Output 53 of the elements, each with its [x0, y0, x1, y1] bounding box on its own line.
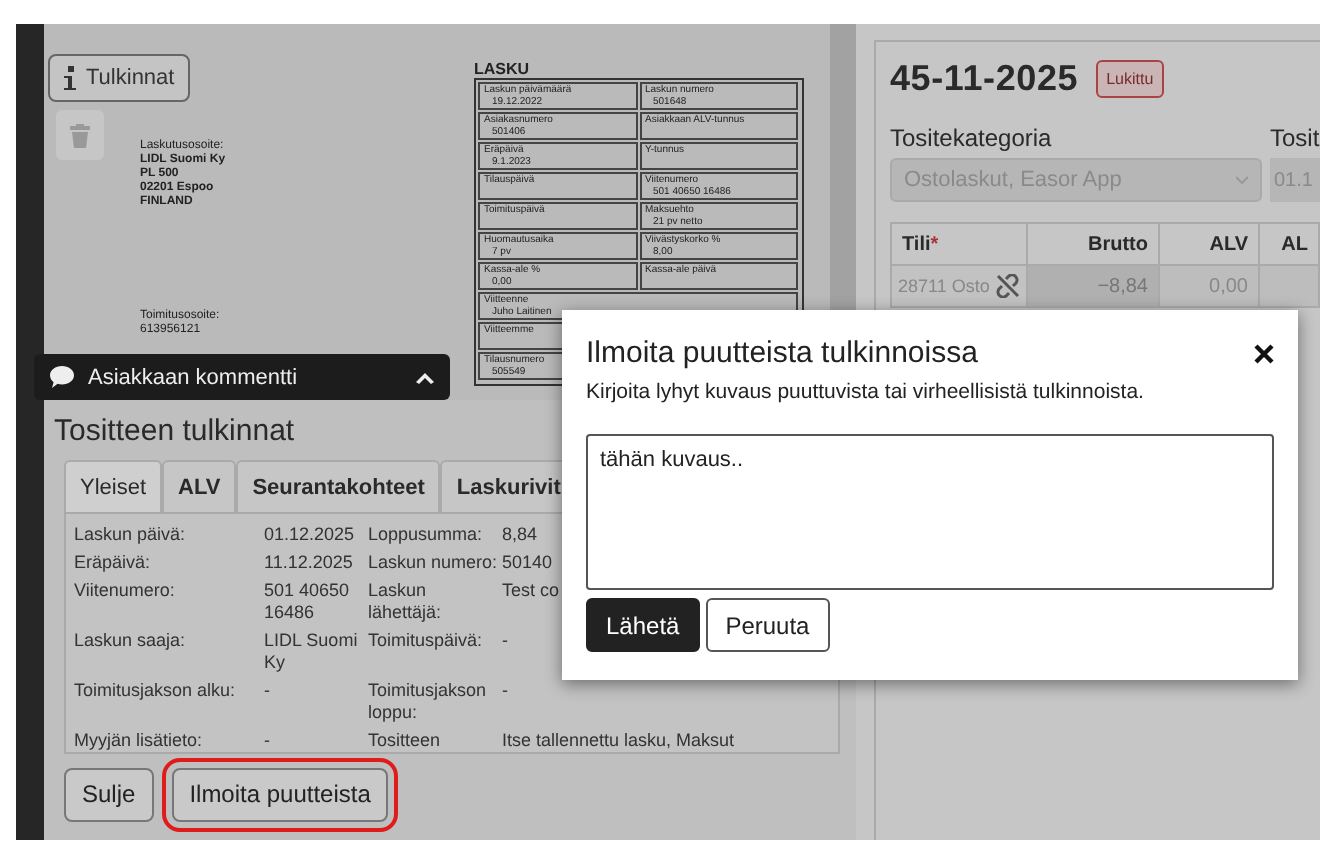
- close-button[interactable]: [1254, 344, 1274, 364]
- field-label: Tositekategoria: [890, 124, 1054, 152]
- description-field[interactable]: tähän kuvaus..: [586, 434, 1274, 590]
- field-value: 01.12.2025: [264, 524, 355, 546]
- field-label: Myyjän lisätieto:: [74, 730, 203, 752]
- field-value: Test co: [502, 580, 560, 604]
- panel-title: Tositteen tulkinnat: [54, 412, 297, 452]
- trash-icon: [70, 123, 90, 147]
- table-cell: −8,84: [1026, 264, 1160, 308]
- cancel-button[interactable]: Peruuta: [705, 598, 830, 652]
- locked-badge: Lukittu: [1096, 60, 1164, 98]
- comment-bar[interactable]: Asiakkaan kommentti: [34, 354, 450, 400]
- table-cell: 28711 Osto: [890, 264, 1028, 308]
- field-label: Toimitusjakson loppu:: [368, 680, 489, 724]
- report-button[interactable]: Ilmoita puutteista: [171, 767, 389, 821]
- field-label: Laskun lähettäjä:: [368, 580, 444, 624]
- info-icon: [64, 66, 76, 90]
- field-label: Toimituspäivä:: [368, 630, 483, 654]
- field-value: -: [502, 630, 508, 654]
- interpretations-button[interactable]: Tulkinnat: [48, 54, 191, 102]
- tab[interactable]: Seurantakohteet: [236, 460, 441, 512]
- field-label: Laskun saaja:: [74, 630, 186, 654]
- field-value: 501 40650 16486: [264, 580, 352, 624]
- field-value: LIDL Suomi Ky: [264, 630, 360, 674]
- field-value: -: [264, 680, 270, 704]
- field-value: 8,84: [502, 524, 538, 546]
- send-button[interactable]: Lähetä: [586, 598, 700, 652]
- field-label: Laskun numero:: [368, 552, 498, 574]
- tab[interactable]: ALV: [162, 460, 237, 512]
- tab[interactable]: Yleiset: [64, 460, 163, 512]
- field-label: Loppusumma:: [368, 524, 483, 546]
- column-header: AL: [1258, 222, 1320, 266]
- field-label: Viitenumero:: [74, 580, 175, 604]
- field-value: 50140: [502, 552, 553, 574]
- field-label: Eräpäivä:: [74, 552, 151, 574]
- comment-title: Asiakkaan kommentti: [88, 365, 300, 389]
- column-header: Tili*: [890, 222, 1028, 266]
- speech-bubble-icon: [50, 366, 74, 388]
- field-label: Tositteen: [368, 730, 441, 752]
- field-value: -: [502, 680, 508, 704]
- field-label: Tosit: [1270, 124, 1320, 152]
- chevron-up-icon: [416, 371, 434, 383]
- unlink-icon: [996, 274, 1020, 298]
- close-icon: [1254, 344, 1274, 364]
- field-value: 11.12.2025: [264, 552, 353, 574]
- dialog-description: Kirjoita lyhyt kuvaus puuttuvista tai virheellisistä tulkinnoista.: [586, 380, 1146, 406]
- voucher-number: 45-11-2025: [890, 58, 1079, 100]
- field-label: Laskun päivä:: [74, 524, 186, 546]
- field-value: Itse tallennettu lasku, Maksut: [502, 730, 735, 752]
- invoice-heading: LASKU: [474, 60, 532, 78]
- field-label: Toimitusjakson alku:: [74, 680, 236, 704]
- close-button[interactable]: Sulje: [64, 767, 154, 821]
- field-value: -: [264, 730, 270, 752]
